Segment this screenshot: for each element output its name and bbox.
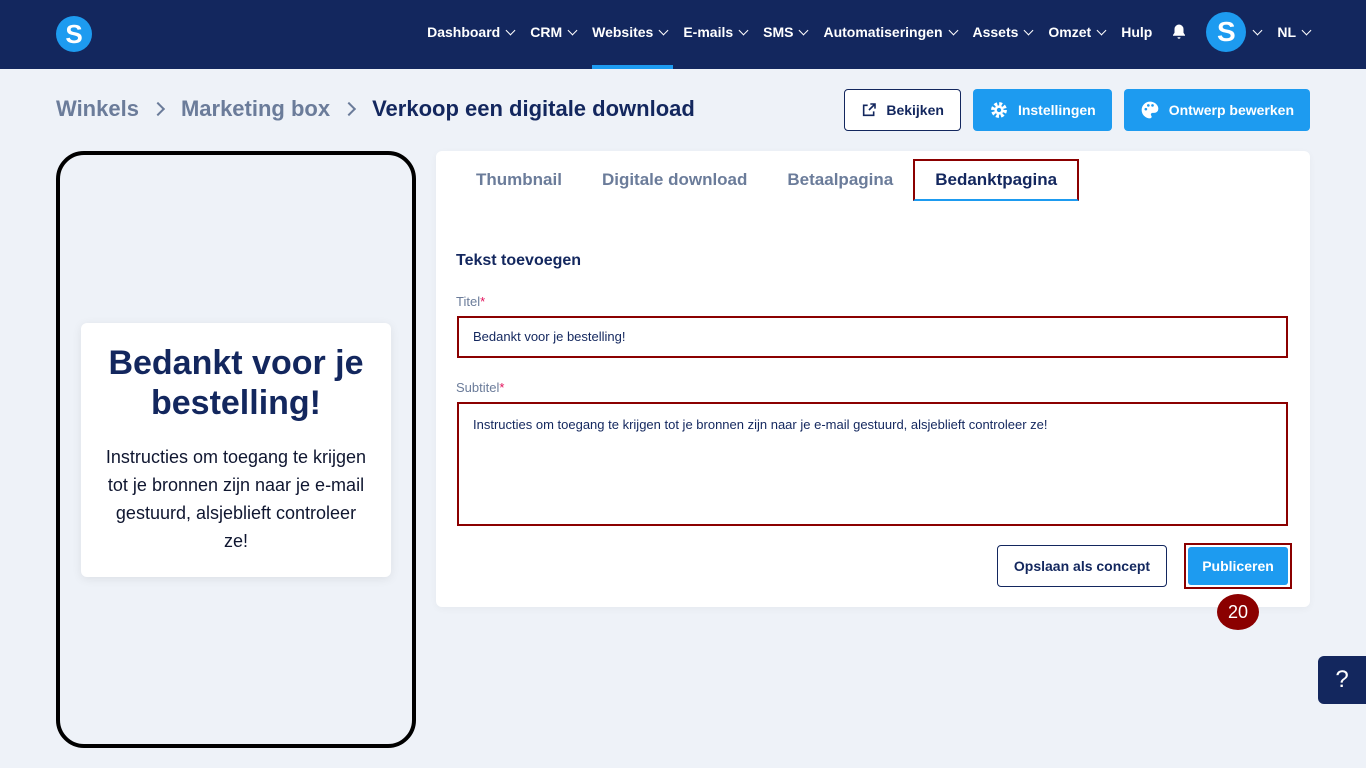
chevron-down-icon (567, 25, 578, 35)
title-input[interactable]: Bedankt voor je bestelling! (457, 316, 1288, 358)
preview-subtitle: Instructies om toegang te krijgen tot je… (105, 447, 367, 551)
avatar-menu-toggle[interactable] (1252, 0, 1263, 64)
palette-icon (1141, 101, 1159, 119)
section-title: Tekst toevoegen (456, 252, 582, 269)
nav-item-emails[interactable]: E-mails (683, 0, 749, 64)
main-nav: Dashboard CRM Websites E-mails SMS Autom… (411, 0, 1312, 69)
title-label-text: Titel (456, 294, 481, 309)
external-link-icon (863, 103, 877, 117)
nav-label: SMS (763, 24, 794, 40)
nav-item-assets[interactable]: Assets (972, 0, 1034, 64)
top-navbar: S Dashboard CRM Websites E-mails SMS Aut… (0, 0, 1366, 69)
nav-item-websites[interactable]: Websites (592, 0, 674, 69)
chevron-down-icon (505, 25, 516, 35)
language-selector[interactable]: NL (1277, 0, 1312, 64)
settings-button-label: Instellingen (1017, 102, 1096, 118)
editor-panel: Thumbnail Digitale download Betaalpagina… (436, 151, 1310, 607)
nav-label: Hulp (1121, 24, 1153, 40)
tab-thumbnail[interactable]: Thumbnail (456, 159, 582, 201)
logo[interactable]: S (56, 16, 92, 52)
settings-button[interactable]: Instellingen (972, 89, 1112, 131)
view-button-label: Bekijken (886, 102, 944, 118)
nav-item-crm[interactable]: CRM (530, 0, 578, 64)
nav-item-dashboard[interactable]: Dashboard (427, 0, 516, 64)
preview-title: Bedankt voor je bestelling! (108, 344, 364, 422)
chevron-down-icon (658, 25, 669, 35)
nav-label: Websites (592, 24, 654, 40)
required-marker: * (480, 294, 486, 309)
thank-you-preview-card: Bedankt voor je bestelling! Instructies … (81, 323, 391, 577)
tab-bar: Thumbnail Digitale download Betaalpagina… (456, 159, 1080, 209)
chevron-down-icon (1096, 25, 1107, 35)
chevron-down-icon (738, 25, 749, 35)
step-number-badge: 20 (1217, 594, 1259, 630)
header-actions: Bekijken Instellingen Ontwerp bewerken (832, 89, 1310, 131)
subtitle-textarea[interactable]: Instructies om toegang te krijgen tot je… (457, 402, 1288, 526)
mobile-preview-frame: Bedankt voor je bestelling! Instructies … (56, 151, 416, 748)
chevron-right-icon (342, 101, 357, 117)
nav-label: CRM (530, 24, 563, 40)
edit-design-button[interactable]: Ontwerp bewerken (1123, 89, 1310, 131)
view-button[interactable]: Bekijken (844, 89, 961, 131)
nav-item-revenue[interactable]: Omzet (1048, 0, 1107, 64)
nav-label: Automatiseringen (823, 24, 943, 40)
nav-item-automations[interactable]: Automatiseringen (823, 0, 958, 64)
breadcrumb-item-marketing-box[interactable]: Marketing box (181, 96, 330, 122)
chevron-down-icon (948, 25, 958, 35)
subtitle-label-text: Subtitel (456, 380, 500, 395)
bell-icon[interactable] (1170, 23, 1188, 41)
chevron-down-icon (1023, 25, 1034, 35)
tab-thank-you-page[interactable]: Bedanktpagina (913, 159, 1080, 201)
nav-label: E-mails (683, 24, 734, 40)
edit-design-button-label: Ontwerp bewerken (1168, 102, 1294, 118)
gear-icon (991, 102, 1007, 118)
tab-payment-page[interactable]: Betaalpagina (767, 159, 913, 201)
nav-label: Omzet (1048, 24, 1092, 40)
subtitle-label: Subtitel* (456, 380, 504, 395)
nav-item-sms[interactable]: SMS (763, 0, 809, 64)
avatar[interactable]: S (1206, 12, 1247, 52)
title-label: Titel* (456, 294, 485, 309)
breadcrumb-item-shops[interactable]: Winkels (56, 96, 139, 122)
save-draft-button[interactable]: Opslaan als concept (997, 545, 1167, 587)
chevron-right-icon (150, 101, 166, 117)
publish-button-highlight: Publiceren (1184, 543, 1292, 589)
publish-button[interactable]: Publiceren (1188, 547, 1288, 585)
nav-label: Assets (972, 24, 1019, 40)
page-title: Verkoop een digitale download (372, 96, 695, 121)
nav-item-help[interactable]: Hulp (1121, 0, 1152, 64)
nav-label: Dashboard (427, 24, 501, 40)
language-label: NL (1277, 24, 1296, 40)
chevron-down-icon (1301, 25, 1312, 35)
breadcrumb: Winkels Marketing box Verkoop een digita… (56, 96, 695, 122)
chevron-down-icon (1252, 25, 1263, 35)
tab-digital-download[interactable]: Digitale download (582, 159, 767, 201)
required-marker: * (499, 380, 505, 395)
help-button[interactable]: ? (1318, 656, 1366, 704)
chevron-down-icon (799, 25, 809, 35)
